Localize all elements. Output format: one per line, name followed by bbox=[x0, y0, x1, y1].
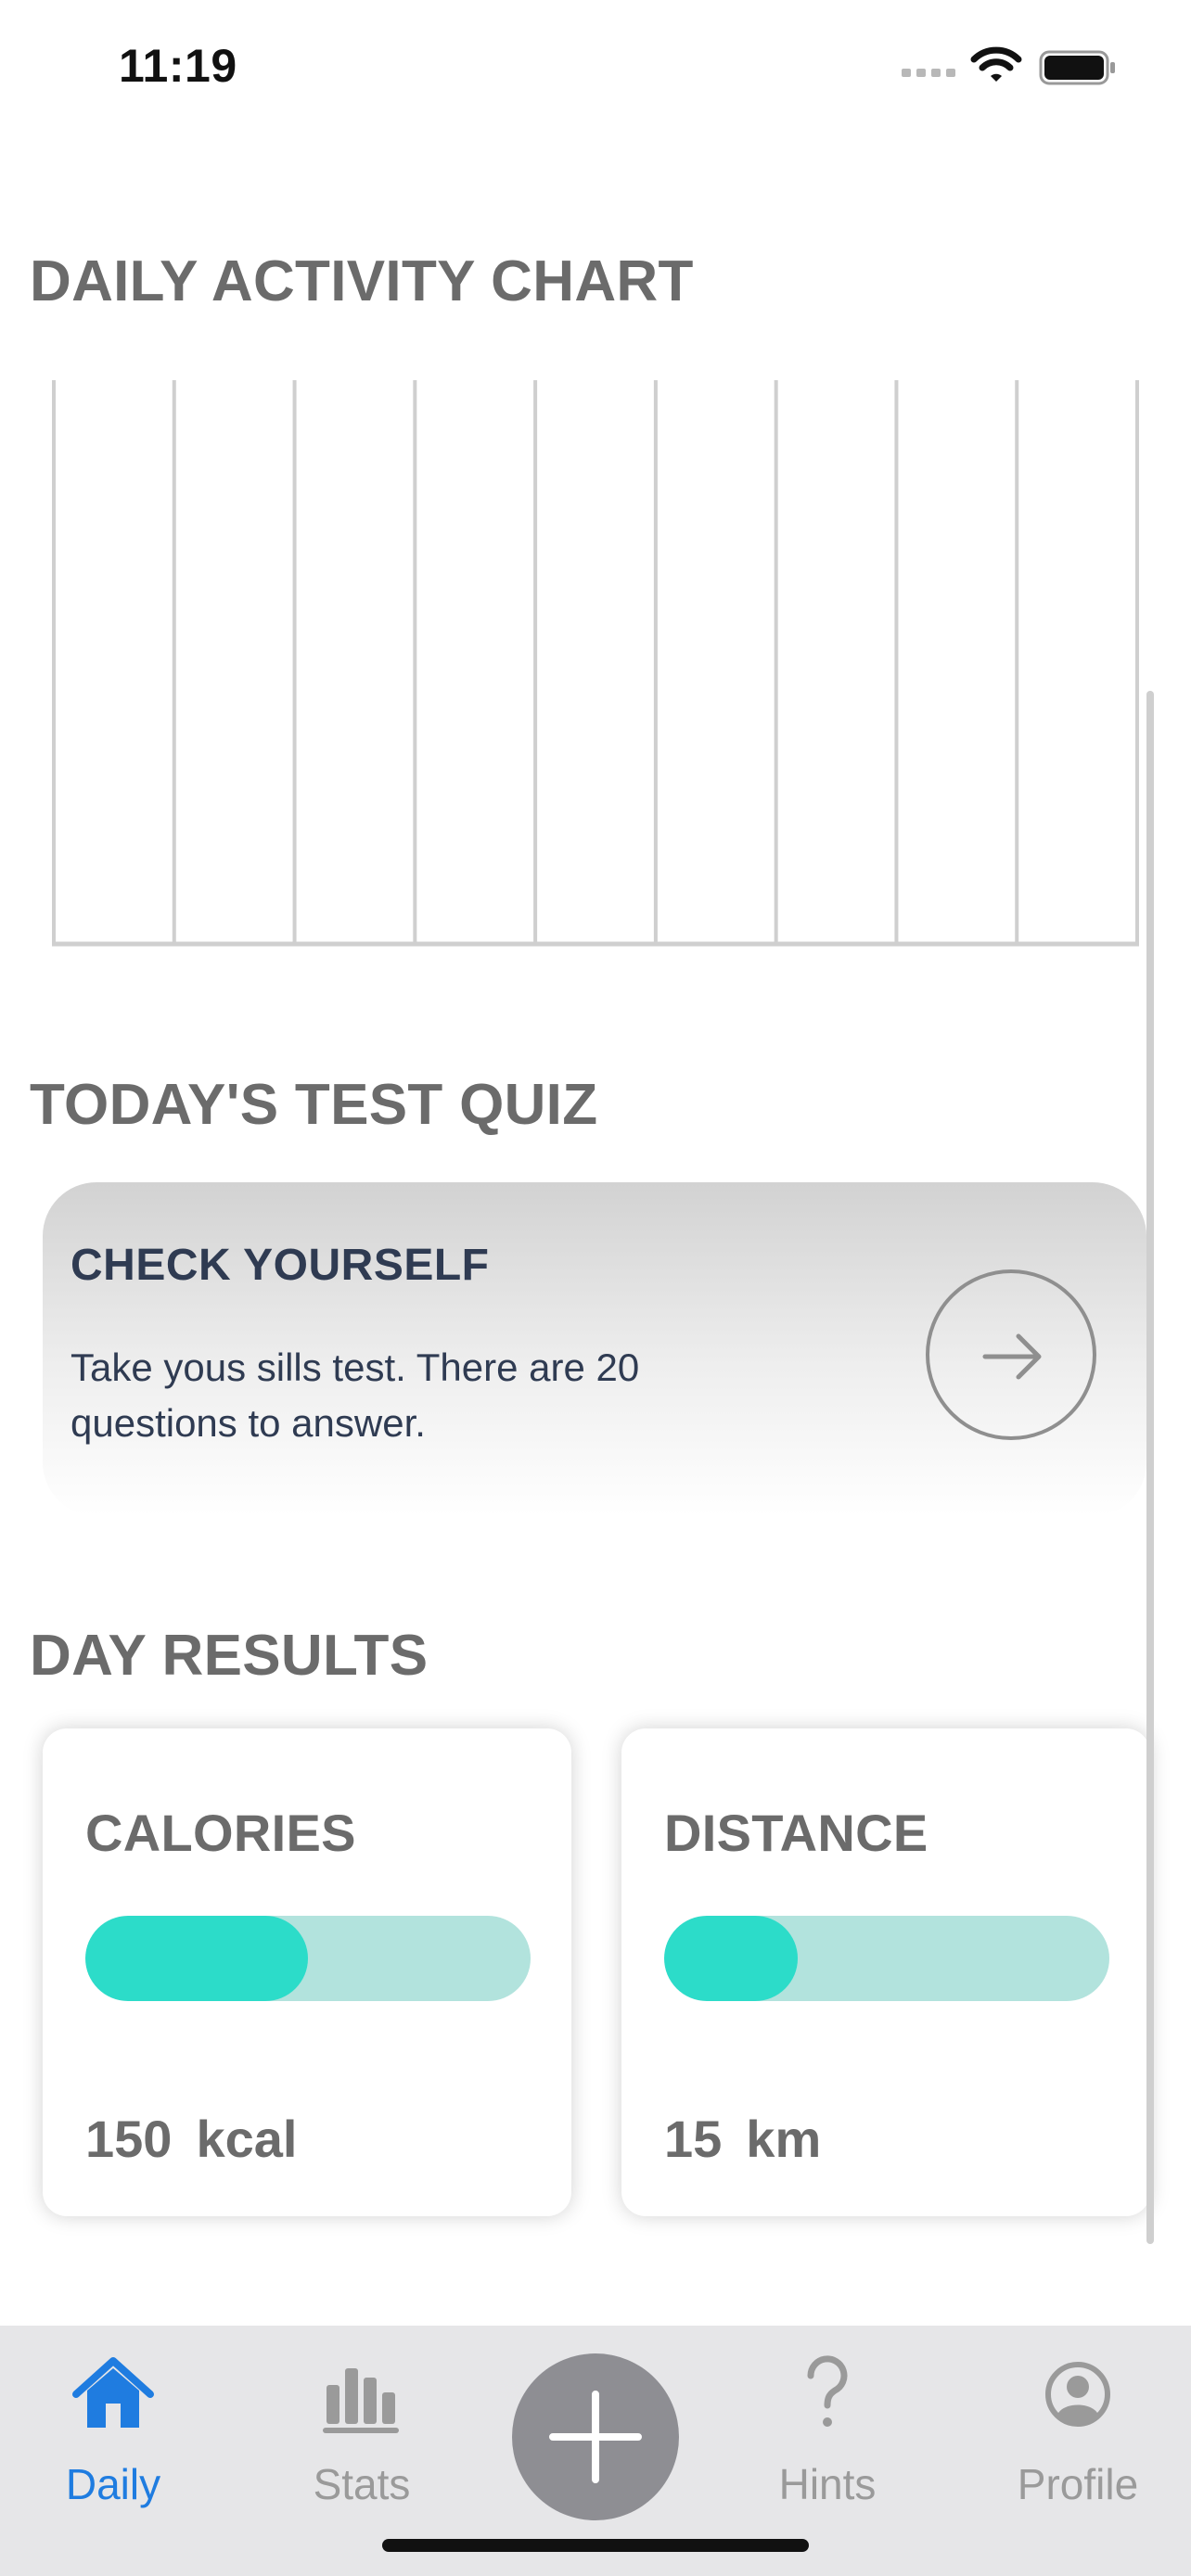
bar-chart-icon bbox=[323, 2368, 399, 2433]
calories-value: 150 kcal bbox=[85, 2109, 321, 2169]
tab-stats-label: Stats bbox=[313, 2460, 411, 2508]
vertical-scrollbar[interactable] bbox=[1146, 691, 1154, 2244]
battery-icon bbox=[1039, 50, 1115, 85]
calories-progress-bar bbox=[85, 1916, 531, 2001]
distance-label: DISTANCE bbox=[664, 1804, 928, 1862]
distance-value: 15 km bbox=[664, 2109, 845, 2169]
profile-icon bbox=[1045, 2362, 1110, 2427]
home-indicator bbox=[382, 2539, 809, 2552]
chart-section-title: DAILY ACTIVITY CHART bbox=[30, 249, 694, 313]
cellular-signal-icon bbox=[902, 69, 955, 77]
house-icon bbox=[72, 2357, 154, 2428]
tab-hints[interactable]: Hints bbox=[725, 2326, 929, 2511]
status-bar: 11:19 bbox=[0, 0, 1191, 139]
wifi-icon bbox=[970, 46, 1022, 82]
distance-unit: km bbox=[746, 2110, 822, 2168]
quiz-section-title: TODAY'S TEST QUIZ bbox=[30, 1073, 598, 1137]
daily-activity-chart bbox=[52, 380, 1139, 947]
calories-progress-fill bbox=[85, 1916, 308, 2001]
tab-daily[interactable]: Daily bbox=[11, 2326, 215, 2511]
distance-progress-bar bbox=[664, 1916, 1109, 2001]
calories-amount: 150 bbox=[85, 2110, 173, 2168]
results-section-title: DAY RESULTS bbox=[30, 1624, 429, 1688]
add-button[interactable] bbox=[512, 2353, 679, 2520]
calories-card: CALORIES 150 kcal bbox=[43, 1728, 571, 2216]
calories-label: CALORIES bbox=[85, 1804, 356, 1862]
tab-profile[interactable]: Profile bbox=[976, 2326, 1180, 2511]
arrow-right-icon bbox=[982, 1333, 1042, 1380]
tab-profile-label: Profile bbox=[1017, 2460, 1139, 2508]
calories-unit: kcal bbox=[196, 2110, 298, 2168]
plus-icon bbox=[549, 2391, 642, 2483]
status-time: 11:19 bbox=[119, 40, 237, 92]
start-quiz-button[interactable] bbox=[926, 1269, 1096, 1440]
quiz-card-title: CHECK YOURSELF bbox=[70, 1241, 490, 1290]
quiz-card[interactable]: CHECK YOURSELF Take yous sills test. The… bbox=[43, 1182, 1146, 1516]
distance-amount: 15 bbox=[664, 2110, 723, 2168]
distance-progress-fill bbox=[664, 1916, 798, 2001]
quiz-card-description: Take yous sills test. There are 20 quest… bbox=[70, 1345, 640, 1445]
tab-hints-label: Hints bbox=[778, 2460, 877, 2508]
tab-daily-label: Daily bbox=[65, 2460, 161, 2508]
distance-card: DISTANCE 15 km bbox=[621, 1728, 1150, 2216]
question-icon bbox=[807, 2355, 848, 2427]
tab-stats[interactable]: Stats bbox=[260, 2326, 464, 2511]
